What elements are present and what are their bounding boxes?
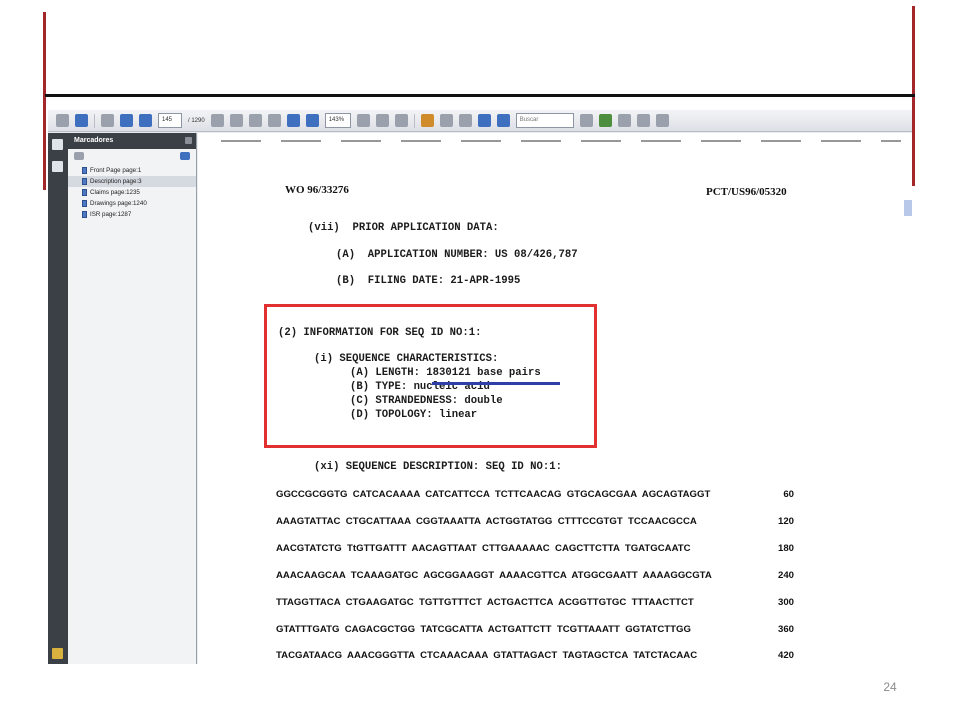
bookmarks-panel-title: Marcadores xyxy=(74,137,114,144)
highlight-box xyxy=(264,304,597,448)
doc-line: (B) FILING DATE: 21-APR-1995 xyxy=(336,275,521,287)
comment-icon[interactable] xyxy=(439,114,453,127)
save-icon[interactable] xyxy=(477,114,491,127)
bookmark-options-icon[interactable] xyxy=(74,152,84,160)
next-page-icon[interactable] xyxy=(139,114,152,127)
zoom-in-icon[interactable] xyxy=(248,114,262,127)
bookmarks-icon[interactable] xyxy=(52,161,63,172)
review-icon[interactable] xyxy=(598,114,612,127)
bookmark-icon xyxy=(82,200,87,207)
sequence-position: 420 xyxy=(777,650,794,661)
highlight-icon[interactable] xyxy=(636,114,650,127)
search-input[interactable]: Buscar xyxy=(515,113,574,128)
bookmark-icon xyxy=(82,167,87,174)
bookmarks-panel-header: Marcadores xyxy=(68,133,196,149)
bookmarks-toolbar xyxy=(68,149,196,163)
slide-title-rule xyxy=(45,94,915,97)
sequence-row: GGCCGCGGTG CATCACAAAA CATCATTCCA TCTTCAA… xyxy=(276,489,711,500)
sequence-row: AACGTATCTG TtGTTGATTT AACAGTTAAT CTTGAAA… xyxy=(276,543,691,554)
bookmark-item[interactable]: Claims page:1235 xyxy=(68,187,196,198)
new-bookmark-icon[interactable] xyxy=(180,152,190,160)
zoom-out-button-icon[interactable] xyxy=(286,114,300,127)
toolbar-separator xyxy=(94,113,95,128)
bookmark-label: ISR page:1287 xyxy=(90,211,132,218)
fit-page-icon[interactable] xyxy=(356,114,370,127)
previous-page-icon[interactable] xyxy=(120,114,133,127)
search-options-icon[interactable] xyxy=(579,114,593,127)
viewer-toolbar: 145 / 1290 143% Buscar xyxy=(48,110,912,132)
stamp-icon[interactable] xyxy=(458,114,472,127)
sequence-position: 300 xyxy=(777,597,794,608)
bookmark-icon xyxy=(82,211,87,218)
doc-header-right: PCT/US96/05320 xyxy=(706,186,787,198)
bookmark-label: Claims page:1235 xyxy=(90,189,140,196)
page-top-edge xyxy=(221,140,901,142)
sequence-position: 120 xyxy=(777,516,794,527)
attach-icon[interactable] xyxy=(420,114,434,127)
attachments-icon[interactable] xyxy=(52,648,63,659)
bookmarks-panel: Marcadores Front Page page:1 Description… xyxy=(68,133,216,664)
doc-line: (A) APPLICATION NUMBER: US 08/426,787 xyxy=(336,249,578,261)
sequence-row: AAAGTATTAC CTGCATTAAA CGGTAAATTA ACTGGTA… xyxy=(276,516,697,527)
full-screen-icon[interactable] xyxy=(496,114,510,127)
toolbar-separator xyxy=(413,113,415,128)
page-number-input[interactable]: 145 xyxy=(158,113,182,128)
back-icon[interactable] xyxy=(101,114,114,127)
sequence-position: 240 xyxy=(777,570,794,581)
bookmark-item[interactable]: ISR page:1287 xyxy=(68,209,196,220)
bookmark-list: Front Page page:1 Description page:3 Cla… xyxy=(68,165,196,220)
bookmark-item[interactable]: Front Page page:1 xyxy=(68,165,196,176)
bookmark-item[interactable]: Description page:3 xyxy=(68,176,196,187)
pages-icon[interactable] xyxy=(52,139,63,150)
bookmark-label: Description page:3 xyxy=(90,178,142,185)
length-underline xyxy=(432,382,560,385)
tag-icon[interactable] xyxy=(617,114,631,127)
close-panel-icon[interactable] xyxy=(185,137,192,144)
zoom-in-button-icon[interactable] xyxy=(305,114,319,127)
sequence-row: AAACAAGCAA TCAAAGATGC AGCGGAAGGT AAAACGT… xyxy=(276,570,712,581)
bookmark-label: Drawings page:1240 xyxy=(90,200,147,207)
bookmark-item[interactable]: Drawings page:1240 xyxy=(68,198,196,209)
hand-tool-icon[interactable] xyxy=(229,114,243,127)
print-icon[interactable] xyxy=(56,114,69,127)
zoom-level-input[interactable]: 143% xyxy=(324,113,351,128)
sequence-row: GTATTTGATG CAGACGCTGG TATCGCATTA ACTGATT… xyxy=(276,624,691,635)
bookmark-icon xyxy=(82,178,87,185)
sequence-row: TACGATAACG AAACGGGTTA CTCAAACAAA GTATTAG… xyxy=(276,650,698,661)
share-icon[interactable] xyxy=(75,114,88,127)
slide-accent-line-left xyxy=(43,12,46,190)
single-page-icon[interactable] xyxy=(394,114,408,127)
bookmark-icon xyxy=(82,189,87,196)
sequence-position: 360 xyxy=(777,624,794,635)
doc-line: (xi) SEQUENCE DESCRIPTION: SEQ ID NO:1: xyxy=(314,461,562,473)
zoom-out-icon[interactable] xyxy=(267,114,281,127)
sequence-position: 60 xyxy=(783,489,794,500)
document-icon[interactable] xyxy=(655,114,669,127)
select-tool-icon[interactable] xyxy=(210,114,224,127)
doc-line: (vii) PRIOR APPLICATION DATA: xyxy=(308,222,499,234)
page-total-label: / 1290 xyxy=(188,117,205,124)
bookmark-label: Front Page page:1 xyxy=(90,167,142,174)
navigation-pane-strip xyxy=(48,133,68,664)
sequence-row: TTAGGTTACA CTGAAGATGC TGTTGTTTCT ACTGACT… xyxy=(276,597,694,608)
fit-width-icon[interactable] xyxy=(375,114,389,127)
sequence-position: 180 xyxy=(777,543,794,554)
slide-page-number: 24 xyxy=(883,680,897,694)
doc-header-left: WO 96/33276 xyxy=(285,184,349,196)
scrollbar-thumb[interactable] xyxy=(904,200,912,216)
